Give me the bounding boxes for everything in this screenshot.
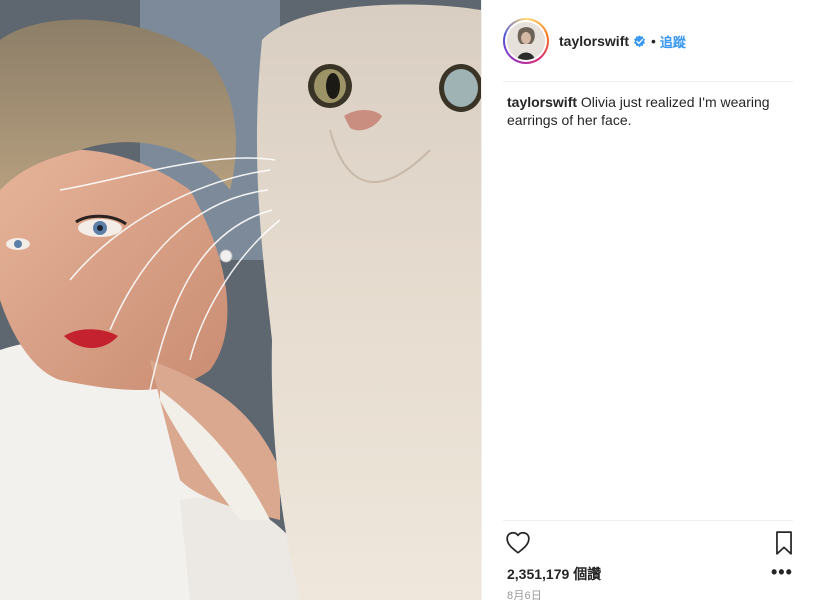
post-photo-illustration bbox=[0, 0, 481, 600]
follow-button[interactable]: 追蹤 bbox=[660, 32, 686, 51]
like-count-number: 2,351,179 bbox=[507, 566, 570, 582]
caption-username[interactable]: taylorswift bbox=[507, 94, 577, 110]
bookmark-icon[interactable] bbox=[772, 530, 796, 556]
post-side-panel: taylorswift • 追蹤 taylorswift Olivia just… bbox=[481, 0, 816, 600]
heart-icon[interactable] bbox=[505, 530, 531, 556]
like-count[interactable]: 2,351,179 個讚 bbox=[507, 564, 601, 584]
avatar-image bbox=[507, 22, 545, 60]
header-username[interactable]: taylorswift bbox=[559, 33, 629, 49]
verified-badge-icon bbox=[633, 34, 646, 47]
post-date[interactable]: 8月6日 bbox=[507, 587, 542, 600]
post-header: taylorswift • 追蹤 bbox=[482, 0, 816, 82]
post-caption: taylorswift Olivia just realized I'm wea… bbox=[507, 93, 792, 129]
post-photo[interactable] bbox=[0, 0, 481, 600]
actions-divider bbox=[503, 520, 793, 521]
avatar[interactable] bbox=[503, 18, 549, 64]
like-count-unit: 個讚 bbox=[573, 566, 602, 582]
header-separator: • bbox=[651, 33, 656, 49]
more-options-icon[interactable]: ••• bbox=[771, 563, 793, 581]
